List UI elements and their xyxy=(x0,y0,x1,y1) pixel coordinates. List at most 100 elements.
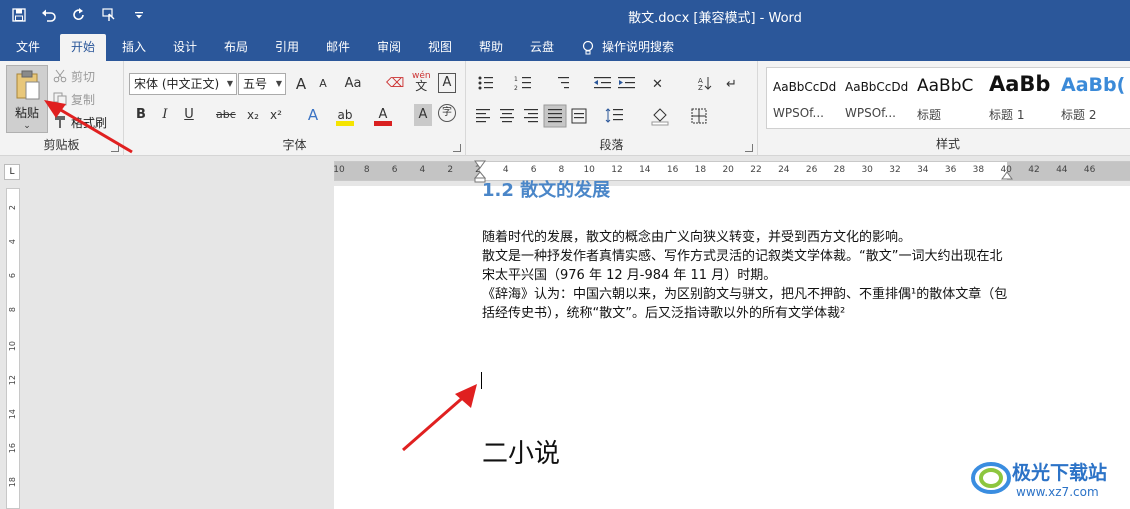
watermark-logo: 极光下载站 www.xz7.com xyxy=(970,452,1130,509)
style-item-heading-2[interactable]: AaBb( 标题 2 xyxy=(1055,68,1127,130)
tab-review[interactable]: 审阅 xyxy=(367,34,411,61)
font-size-value: 五号 xyxy=(243,77,268,91)
ruler-number: 14 xyxy=(639,165,651,175)
chevron-down-icon: ▼ xyxy=(226,79,233,88)
shrink-font-button[interactable]: A xyxy=(314,73,332,95)
decrease-indent-icon xyxy=(594,77,611,89)
doc-heading: 1.2 散文的发展 xyxy=(482,180,611,201)
paragraph-group: 12 ✕ AZ ↵ 段落 xyxy=(466,61,758,156)
font-launcher-icon[interactable] xyxy=(453,144,461,152)
tell-me-label: 操作说明搜索 xyxy=(602,40,675,54)
paragraph-launcher-icon[interactable] xyxy=(745,144,753,152)
tab-layout[interactable]: 布局 xyxy=(214,34,258,61)
style-name: WPSOf... xyxy=(845,106,896,120)
window-title: 散文.docx [兼容模式] - Word xyxy=(628,11,802,26)
tab-cloud[interactable]: 云盘 xyxy=(520,34,564,61)
multilevel-list-icon xyxy=(558,77,569,89)
ruler-number: 32 xyxy=(889,165,901,175)
chevron-down-icon: ▼ xyxy=(275,79,282,88)
right-indent-marker-icon[interactable] xyxy=(1001,171,1013,183)
tab-selector-button[interactable]: L xyxy=(4,164,20,180)
doc-paragraph: 随着时代的发展，散文的概念由广义向狭义转变，并受到西方文化的影响。 xyxy=(482,230,912,245)
svg-text:1: 1 xyxy=(514,76,518,83)
sort-icon: AZ xyxy=(698,77,712,92)
tab-references[interactable]: 引用 xyxy=(265,34,309,61)
style-name: 标题 2 xyxy=(1061,108,1097,122)
line-spacing-icon xyxy=(605,108,623,123)
svg-text:✕: ✕ xyxy=(652,77,663,92)
tab-help[interactable]: 帮助 xyxy=(469,34,513,61)
vertical-ruler-number: 16 xyxy=(8,443,17,454)
grow-font-button[interactable]: A xyxy=(292,73,310,95)
paragraph-group-label: 段落 xyxy=(599,138,624,152)
ruler-number: 44 xyxy=(1056,165,1068,175)
ruler-number: 18 xyxy=(694,165,707,175)
tab-design[interactable]: 设计 xyxy=(163,34,207,61)
show-marks-icon: ↵ xyxy=(726,77,737,92)
vertical-ruler[interactable]: 2 4 6 8 10 12 14 16 18 xyxy=(6,188,20,509)
svg-text:Z: Z xyxy=(698,84,703,92)
text-effects-button[interactable]: A xyxy=(304,104,322,126)
styles-gallery[interactable]: AaBbCcDd WPSOf... AaBbCcDd WPSOf... AaBb… xyxy=(766,67,1130,129)
tell-me-search[interactable]: 操作说明搜索 xyxy=(582,34,674,61)
ruler-number: 46 xyxy=(1083,165,1096,175)
character-border-button[interactable]: A xyxy=(438,73,456,93)
ruler-number: 42 xyxy=(1028,165,1040,175)
style-item-heading-1[interactable]: AaBb 标题 1 xyxy=(983,68,1055,130)
vertical-ruler-number: 14 xyxy=(8,409,17,420)
ruler-number: 8 xyxy=(558,165,565,175)
style-name: 标题 1 xyxy=(989,108,1025,122)
change-case-button[interactable]: Aa xyxy=(344,73,362,95)
ruler-number: 6 xyxy=(530,165,537,175)
bullets-icon xyxy=(478,76,493,90)
font-name-value: 宋体 (中文正文) xyxy=(134,77,220,91)
tab-insert[interactable]: 插入 xyxy=(112,34,156,61)
superscript-button[interactable]: x² xyxy=(267,104,285,126)
tab-home[interactable]: 开始 xyxy=(60,34,106,61)
doc-heading-2: 二小说 xyxy=(482,439,561,469)
ruler-number: 26 xyxy=(805,165,818,175)
tab-mailings[interactable]: 邮件 xyxy=(316,34,360,61)
clear-formatting-icon[interactable]: ⌫ xyxy=(386,73,404,95)
chinese-layout-icon: ✕ xyxy=(652,77,663,92)
style-item-wpsoffice-2[interactable]: AaBbCcDd WPSOf... xyxy=(839,68,911,130)
ruler-number: 30 xyxy=(861,165,873,175)
font-name-dropdown[interactable]: 宋体 (中文正文) ▼ xyxy=(129,73,237,95)
ruler-number: 8 xyxy=(363,165,370,175)
ruler-left-margin xyxy=(335,162,480,180)
style-item-wpsoffice-1[interactable]: AaBbCcDd WPSOf... xyxy=(767,68,839,130)
vertical-ruler-number: 6 xyxy=(8,273,17,279)
font-size-dropdown[interactable]: 五号 ▼ xyxy=(238,73,286,95)
italic-button[interactable]: I xyxy=(156,104,174,126)
strikethrough-button[interactable]: abc xyxy=(216,104,236,126)
svg-text:↵: ↵ xyxy=(726,77,737,92)
tab-file[interactable]: 文件 xyxy=(6,34,50,61)
underline-button[interactable]: U xyxy=(180,104,198,126)
justify-icon xyxy=(543,104,567,128)
highlight-button[interactable]: ab xyxy=(336,104,354,126)
ruler-number: 12 xyxy=(611,165,623,175)
style-item-title[interactable]: AaBbC 标题 xyxy=(911,68,983,130)
phonetic-bottom: 文 xyxy=(415,79,428,93)
ruler-number: 4 xyxy=(502,165,509,175)
style-sample: AaBb xyxy=(989,72,1051,96)
cut-label: 剪切 xyxy=(71,69,96,84)
phonetic-guide-button[interactable]: wén 文 xyxy=(412,71,431,93)
font-color-button[interactable]: A xyxy=(374,104,392,126)
ruler-number: 10 xyxy=(333,165,345,175)
ruler-number: 10 xyxy=(583,165,595,175)
style-sample: AaBbCcDd xyxy=(773,80,837,94)
character-shading-button[interactable]: A xyxy=(414,104,432,126)
subscript-button[interactable]: x₂ xyxy=(244,104,262,126)
ruler-number: 28 xyxy=(833,165,846,175)
horizontal-ruler[interactable]: 10 8 6 4 2 2 4 6 8 10 12 14 16 18 20 22 24 26 28 30 32 34 36 38… xyxy=(333,160,1130,183)
styles-group-label: 样式 xyxy=(935,137,960,151)
ribbon: 粘贴 ⌄ 剪切 复制 格式刷 剪贴板 宋体 (中文正文) ▼ 五号 ▼ A A … xyxy=(0,61,1130,156)
enclose-characters-button[interactable]: 字 xyxy=(438,104,456,122)
tab-view[interactable]: 视图 xyxy=(418,34,462,61)
font-group: 宋体 (中文正文) ▼ 五号 ▼ A A Aa ⌫ wén 文 A B I U … xyxy=(124,61,466,156)
ruler-number: 4 xyxy=(419,165,426,175)
vertical-ruler-number: 12 xyxy=(8,375,17,386)
cut-button[interactable]: 剪切 xyxy=(53,66,95,86)
ruler-number: 36 xyxy=(944,165,957,175)
